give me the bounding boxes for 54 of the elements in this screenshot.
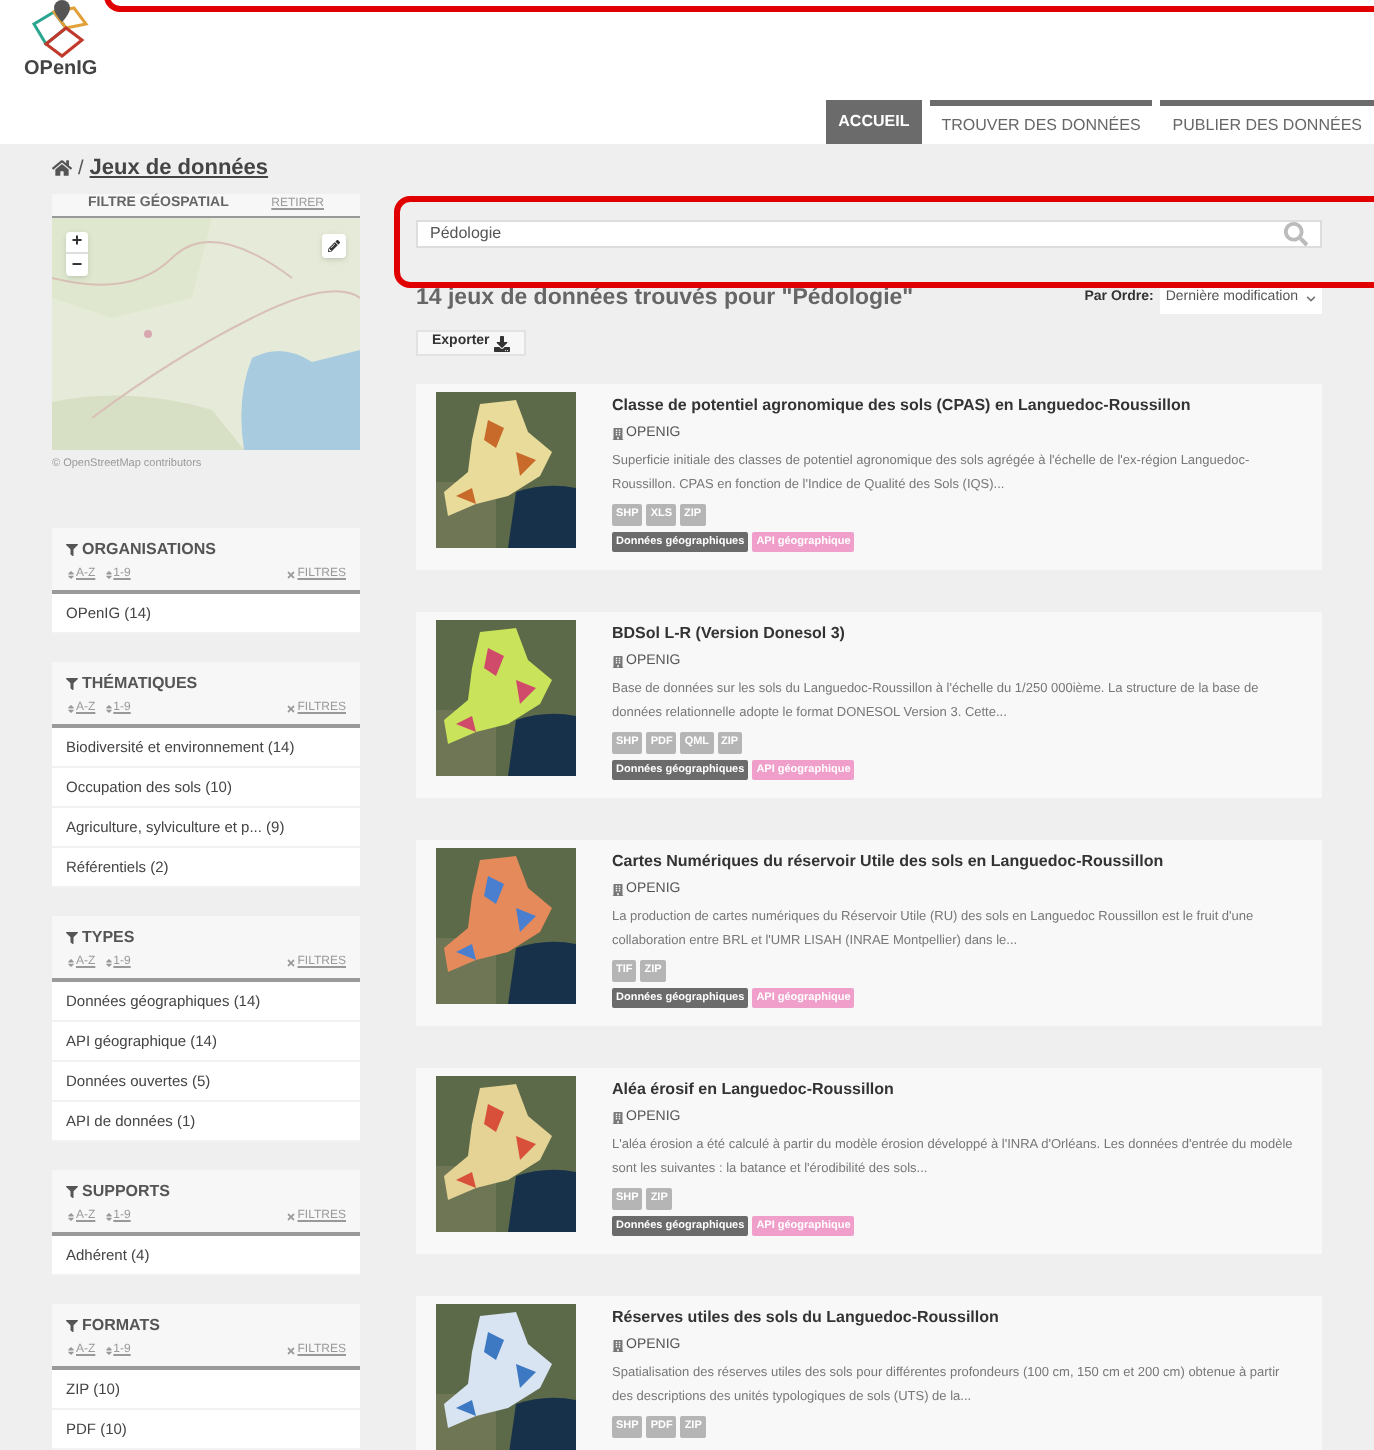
dataset-title[interactable]: Cartes Numériques du réservoir Utile des sols en Languedoc-Roussillon <box>612 849 1302 874</box>
search-value: Pédologie <box>430 222 502 246</box>
dataset-card[interactable] <box>416 1067 1322 1254</box>
filter-icon <box>66 544 78 556</box>
filter-icon <box>66 678 78 690</box>
chevron-down-icon <box>1306 294 1316 305</box>
close-icon <box>285 570 296 580</box>
sort-icon <box>66 704 76 714</box>
breadcrumb-separator: / <box>78 155 84 184</box>
results-summary: 14 jeux de données trouvés pour "Pédologie" <box>416 284 914 314</box>
facet-title: THÉMATIQUES <box>82 672 198 696</box>
dataset-card[interactable] <box>416 383 1322 570</box>
filter-icon <box>66 932 78 944</box>
building-icon <box>612 1112 624 1124</box>
close-icon <box>285 958 296 968</box>
facet-title: SUPPORTS <box>82 1180 171 1204</box>
dataset-card[interactable] <box>416 1295 1322 1450</box>
breadcrumb-link[interactable]: Jeux de données <box>89 152 269 186</box>
sort-icon <box>66 958 76 968</box>
logo-text: OPenIG <box>24 60 98 80</box>
close-icon <box>285 1212 296 1222</box>
facet-title: FORMATS <box>82 1314 160 1338</box>
dataset-title[interactable]: Réserves utiles des sols du Languedoc-Roussillon <box>612 1305 1302 1330</box>
zoom-in-button[interactable]: + <box>66 231 88 254</box>
pencil-icon <box>328 239 340 252</box>
sort-icon <box>103 1346 114 1356</box>
dataset-card[interactable] <box>416 611 1322 798</box>
dataset-title[interactable]: Aléa érosif en Languedoc-Roussillon <box>612 1077 1302 1102</box>
close-icon <box>285 1346 296 1356</box>
sort-icon <box>66 1346 76 1356</box>
sort-icon <box>103 570 114 580</box>
draw-button[interactable] <box>322 233 346 258</box>
close-icon <box>285 704 296 714</box>
home-icon[interactable] <box>52 158 72 179</box>
sort-icon <box>103 958 114 968</box>
zoom-out-button[interactable]: − <box>66 253 88 276</box>
dataset-title[interactable]: BDSol L-R (Version Donesol 3) <box>612 621 1302 646</box>
nav-tab[interactable]: ACCUEIL <box>826 100 922 144</box>
filter-icon <box>66 1186 78 1198</box>
sort-icon <box>66 1212 76 1222</box>
building-icon <box>612 1340 624 1352</box>
building-icon <box>612 656 624 668</box>
facet-title: ORGANISATIONS <box>82 538 216 562</box>
filter-icon <box>66 1320 78 1332</box>
dataset-title[interactable]: Classe de potentiel agronomique des sols (CPAS) en Languedoc-Roussillon <box>612 393 1302 418</box>
dataset-card[interactable] <box>416 839 1322 1026</box>
sort-icon <box>66 570 76 580</box>
download-icon <box>493 335 510 351</box>
facet-title: TYPES <box>82 926 135 950</box>
building-icon <box>612 428 624 440</box>
building-icon <box>612 884 624 896</box>
sort-icon <box>103 704 114 714</box>
sort-icon <box>103 1212 114 1222</box>
search-field[interactable]: Pédologie <box>416 220 1322 248</box>
